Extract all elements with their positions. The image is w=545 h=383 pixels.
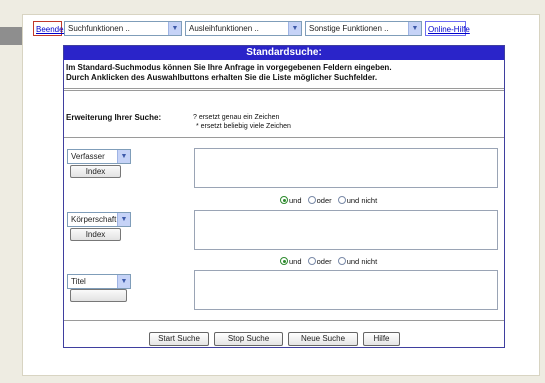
divider [64, 137, 504, 138]
intro-text: Im Standard-Suchmodus können Sie Ihre An… [66, 63, 502, 83]
chevron-down-icon: ▼ [117, 150, 130, 163]
chevron-down-icon: ▼ [288, 22, 301, 35]
search-textarea-3[interactable] [194, 270, 498, 310]
radio-icon [307, 257, 316, 265]
extension-label: Erweiterung Ihrer Suche: [66, 113, 162, 122]
index-button[interactable]: Index [70, 228, 121, 241]
radio-label: und [289, 196, 302, 205]
radio-icon [280, 257, 288, 265]
field-select-label: Körperschaft [71, 215, 117, 224]
radio-oder[interactable]: oder [307, 196, 332, 205]
standardsuche-panel: Standardsuche: Im Standard-Suchmodus kön… [63, 45, 505, 348]
suchfunktionen-select[interactable]: Suchfunktionen .. ▼ [64, 21, 182, 36]
radio-und-nicht[interactable]: und nicht [337, 196, 378, 205]
chevron-down-icon: ▼ [117, 275, 130, 288]
operator-group-1: und oder und nicht [280, 196, 381, 205]
field-select-label: Titel [71, 277, 86, 286]
field-select-koerperschaft[interactable]: Körperschaft ▼ [67, 212, 131, 227]
chevron-down-icon: ▼ [117, 213, 130, 226]
radio-icon [307, 196, 316, 204]
neue-suche-button[interactable]: Neue Suche [288, 332, 358, 346]
divider [64, 90, 504, 91]
search-textarea-2[interactable] [194, 210, 498, 250]
sonstige-funktionen-select[interactable]: Sonstige Funktionen .. ▼ [305, 21, 422, 36]
radio-icon [337, 257, 346, 265]
beenden-button[interactable]: Beenden [33, 21, 68, 36]
radio-label: und nicht [346, 257, 378, 266]
radio-oder[interactable]: oder [307, 257, 332, 266]
chevron-down-icon: ▼ [408, 22, 421, 35]
index-button[interactable] [70, 289, 127, 302]
radio-und[interactable]: und [280, 257, 302, 266]
stop-suche-button[interactable]: Stop Suche [214, 332, 283, 346]
intro-line-2: Durch Anklicken des Auswahlbuttons erhal… [66, 73, 378, 82]
start-suche-button[interactable]: Start Suche [149, 332, 209, 346]
extension-line-2: * ersetzt beliebig viele Zeichen [196, 123, 291, 130]
hilfe-button[interactable]: Hilfe [363, 332, 400, 346]
field-select-label: Verfasser [71, 152, 105, 161]
radio-und-nicht[interactable]: und nicht [337, 257, 378, 266]
sonstige-funktionen-label: Sonstige Funktionen .. [309, 24, 389, 33]
search-textarea-1[interactable] [194, 148, 498, 188]
divider [64, 320, 504, 321]
extension-line-1: ? ersetzt genau ein Zeichen [193, 114, 280, 121]
radio-label: oder [316, 257, 332, 266]
field-select-verfasser[interactable]: Verfasser ▼ [67, 149, 131, 164]
panel-title: Standardsuche: [64, 46, 504, 60]
radio-icon [337, 196, 346, 204]
divider [64, 88, 504, 89]
extension-text: ? ersetzt genau ein Zeichen * ersetzt be… [193, 113, 291, 131]
suchfunktionen-label: Suchfunktionen .. [68, 24, 130, 33]
online-hilfe-link[interactable]: Online-Hilfe [425, 21, 470, 36]
ausleihfunktionen-label: Ausleihfunktionen .. [189, 24, 259, 33]
index-button[interactable]: Index [70, 165, 121, 178]
operator-group-2: und oder und nicht [280, 257, 381, 266]
chevron-down-icon: ▼ [168, 22, 181, 35]
field-select-titel[interactable]: Titel ▼ [67, 274, 131, 289]
radio-icon [280, 196, 288, 204]
ausleihfunktionen-select[interactable]: Ausleihfunktionen .. ▼ [185, 21, 302, 36]
radio-label: oder [316, 196, 332, 205]
radio-label: und [289, 257, 302, 266]
radio-label: und nicht [346, 196, 378, 205]
intro-line-1: Im Standard-Suchmodus können Sie Ihre An… [66, 63, 392, 72]
radio-und[interactable]: und [280, 196, 302, 205]
